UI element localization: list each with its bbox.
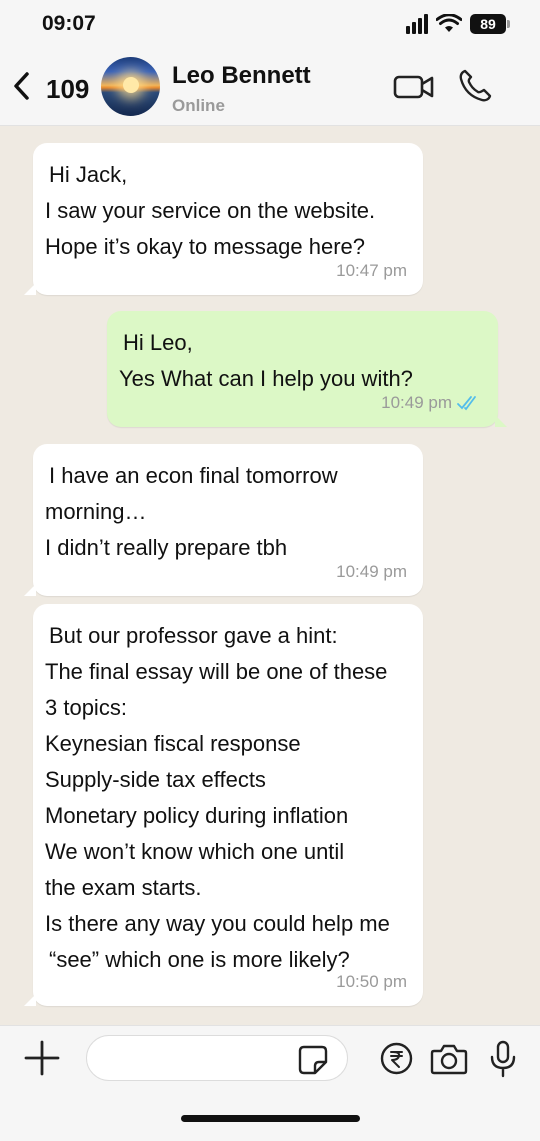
- message-bubble-incoming[interactable]: I have an econ final tomorrow morning… I…: [24, 444, 423, 596]
- message-text: We won’t know which one until: [45, 839, 345, 864]
- message-text: The final essay will be one of these: [45, 659, 388, 684]
- message-text: I saw your service on the website.: [45, 198, 376, 223]
- message-text: morning…: [45, 499, 147, 524]
- message-bubble-incoming[interactable]: Hi Jack, I saw your service on the websi…: [24, 143, 423, 295]
- contact-name[interactable]: Leo Bennett: [172, 62, 311, 90]
- message-time: 10:49 pm: [336, 562, 407, 581]
- message-text: Is there any way you could help me: [45, 911, 390, 936]
- message-time: 10:50 pm: [336, 972, 407, 991]
- message-text: 3 topics:: [45, 695, 127, 720]
- status-bar: 09:07 89: [0, 0, 540, 48]
- status-time: 09:07: [42, 12, 96, 35]
- unread-count[interactable]: 109: [46, 74, 89, 105]
- battery-icon: 89: [470, 14, 510, 34]
- status-icons: 89: [406, 10, 510, 38]
- back-chevron-icon[interactable]: [10, 70, 32, 102]
- input-bar: [0, 1025, 540, 1141]
- camera-icon[interactable]: [430, 1042, 468, 1076]
- home-indicator[interactable]: [181, 1115, 360, 1122]
- sticker-icon[interactable]: [298, 1045, 328, 1075]
- message-text: Supply-side tax effects: [45, 767, 266, 792]
- message-bubble-outgoing[interactable]: Hi Leo, Yes What can I help you with? 10…: [107, 311, 507, 427]
- message-text: Hi Jack,: [49, 162, 128, 187]
- message-text: Hi Leo,: [123, 330, 193, 355]
- voice-call-icon[interactable]: [457, 68, 493, 104]
- microphone-icon[interactable]: [488, 1040, 518, 1078]
- message-text: But our professor gave a hint:: [49, 623, 338, 648]
- avatar[interactable]: [101, 57, 160, 116]
- message-time: 10:49 pm: [381, 385, 482, 421]
- video-call-icon[interactable]: [393, 72, 435, 102]
- read-receipt-icon: [457, 396, 476, 411]
- contact-status: Online: [172, 96, 225, 115]
- message-text: the exam starts.: [45, 875, 202, 900]
- message-bubble-incoming[interactable]: But our professor gave a hint: The final…: [24, 604, 423, 1006]
- plus-icon[interactable]: [24, 1040, 60, 1076]
- message-time: 10:47 pm: [336, 261, 407, 280]
- chat-area[interactable]: Hi Jack, I saw your service on the websi…: [0, 127, 540, 1025]
- signal-icon: [406, 14, 428, 34]
- rupee-payment-icon[interactable]: [380, 1042, 413, 1075]
- message-text: Monetary policy during inflation: [45, 803, 349, 828]
- message-text: Keynesian fiscal response: [45, 731, 301, 756]
- message-text: I have an econ final tomorrow: [49, 463, 338, 488]
- wifi-icon: [436, 14, 462, 32]
- chat-header: 109 Leo Bennett Online: [0, 48, 540, 126]
